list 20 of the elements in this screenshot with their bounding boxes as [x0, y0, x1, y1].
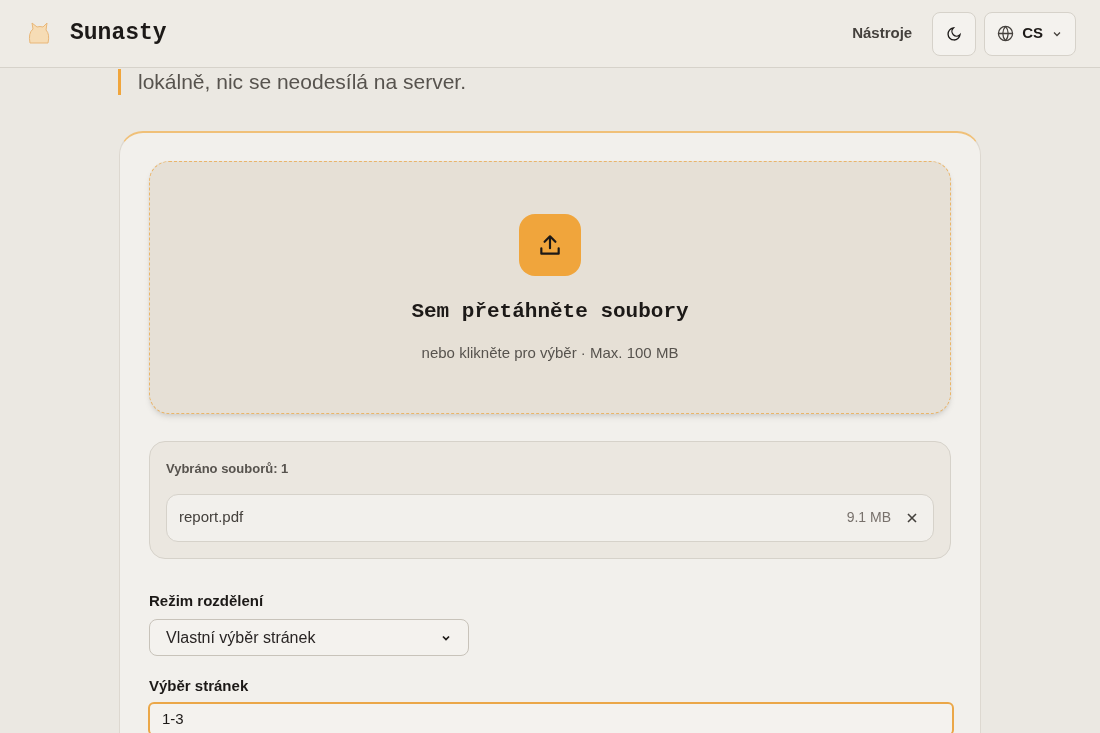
file-size: 9.1 MB — [846, 508, 891, 527]
drop-zone[interactable]: Sem přetáhněte soubory nebo klikněte pro výběr · Max. 100 MB — [149, 161, 951, 414]
file-name: report.pdf — [179, 507, 245, 528]
upload-icon — [537, 232, 563, 258]
intro-text: lokálně, nic se neodesílá na server. — [118, 69, 981, 95]
globe-icon — [997, 25, 1015, 42]
upload-button[interactable] — [519, 214, 581, 276]
language-button[interactable]: CS — [984, 11, 1076, 56]
split-mode-select[interactable]: Vlastní výběr stránek — [149, 619, 469, 656]
page-selection-field[interactable]: 1-3 — [148, 701, 954, 733]
tools-link[interactable]: Nástroje — [852, 22, 913, 45]
brand-name[interactable]: Sunasty — [70, 16, 167, 51]
moon-icon — [946, 25, 963, 42]
close-icon[interactable] — [907, 512, 917, 523]
drop-zone-hint: nebo klikněte pro výběr · Max. 100 MB — [421, 342, 679, 363]
selected-files-heading: Vybráno souborů: 1 — [166, 460, 290, 478]
split-mode-label: Režim rozdělení — [149, 590, 265, 611]
page-selection-label: Výběr stránek — [149, 676, 250, 696]
drop-zone-title: Sem přetáhněte soubory — [411, 299, 689, 325]
theme-toggle-button[interactable] — [932, 11, 977, 56]
